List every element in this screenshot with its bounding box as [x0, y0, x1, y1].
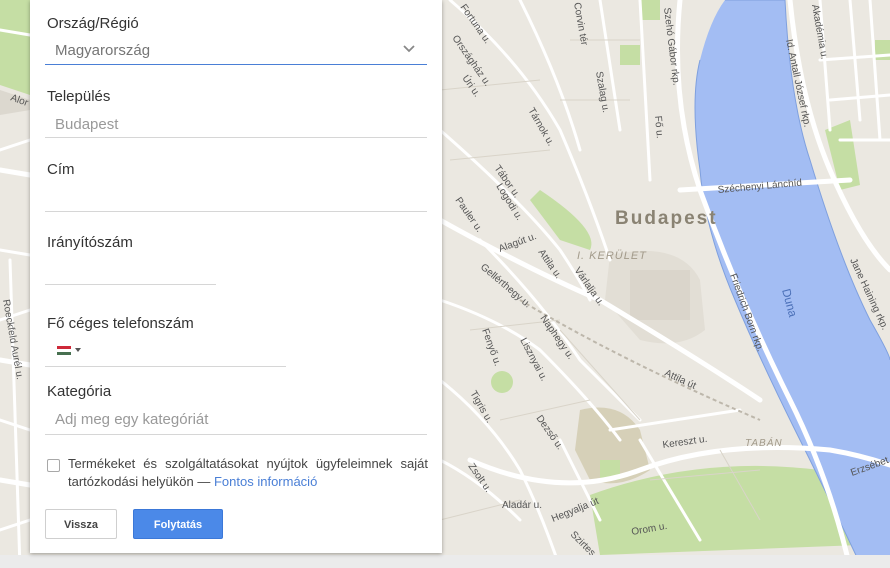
caret-down-icon[interactable] [75, 348, 81, 352]
category-underline [45, 434, 427, 435]
map-neighborhood-label: TABÁN [745, 436, 783, 449]
category-input[interactable]: Adj meg egy kategóriát [55, 411, 208, 428]
city-label: Település [47, 88, 111, 105]
category-label: Kategória [47, 383, 112, 400]
country-underline [45, 64, 427, 65]
map-city-label: Budapest [615, 208, 718, 229]
zip-label: Irányítószám [47, 234, 133, 251]
country-label: Ország/Régió [47, 15, 139, 32]
city-underline [45, 137, 427, 138]
continue-button[interactable]: Folytatás [133, 509, 223, 539]
service-area-text: Termékeket és szolgáltatásokat nyújtok ü… [68, 455, 428, 491]
phone-input[interactable] [90, 342, 280, 360]
hungary-flag-icon[interactable] [57, 346, 71, 355]
city-input[interactable]: Budapest [55, 116, 118, 133]
zip-input[interactable] [55, 262, 215, 280]
business-form-panel: Ország/Régió Magyarország Település Buda… [30, 0, 442, 553]
country-select[interactable]: Magyarország [55, 42, 150, 59]
phone-underline [45, 366, 286, 367]
address-label: Cím [47, 161, 75, 178]
street-fo: Fő u. [652, 115, 665, 139]
address-input[interactable] [55, 190, 425, 208]
back-button[interactable]: Vissza [45, 509, 117, 539]
chevron-down-icon[interactable] [402, 42, 416, 56]
zip-underline [45, 284, 216, 285]
bottom-bar [0, 555, 890, 568]
phone-label: Fő céges telefonszám [47, 315, 194, 332]
street-aladar: Aladár u. [502, 500, 542, 511]
service-area-checkbox[interactable] [47, 459, 60, 472]
important-info-link[interactable]: Fontos információ [214, 474, 317, 489]
address-underline [45, 211, 427, 212]
map-district-label: I. KERÜLET [577, 250, 647, 262]
